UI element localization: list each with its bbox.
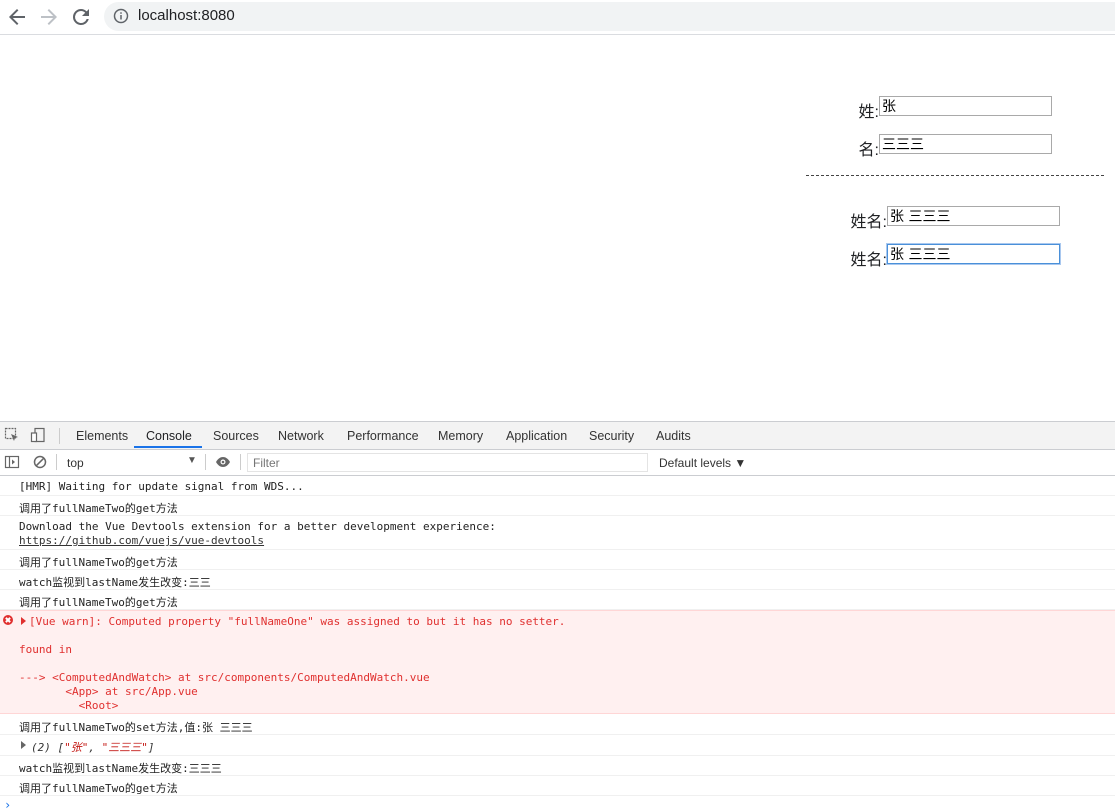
tab-memory[interactable]: Memory: [438, 429, 483, 443]
tab-network[interactable]: Network: [278, 429, 324, 443]
tab-application[interactable]: Application: [506, 429, 567, 443]
console-message: 调用了fullNameTwo的get方法: [0, 550, 1115, 570]
console-prompt[interactable]: ›: [4, 798, 11, 811]
chevron-down-icon: ▼: [187, 455, 197, 466]
eye-icon[interactable]: [215, 454, 231, 470]
console-message: watch监视到lastName发生改变:三三三: [0, 756, 1115, 776]
info-icon[interactable]: [113, 8, 129, 24]
address-bar[interactable]: localhost:8080: [104, 2, 1115, 31]
arrow-left-icon[interactable]: [5, 5, 29, 29]
console-message: 调用了fullNameTwo的get方法: [0, 590, 1115, 610]
inspect-element-icon[interactable]: [4, 427, 20, 443]
toolbar-separator: [205, 454, 206, 470]
full-name-one-input[interactable]: [887, 206, 1060, 226]
divider: [806, 175, 1104, 176]
tab-audits[interactable]: Audits: [656, 429, 691, 443]
reload-icon[interactable]: [69, 5, 93, 29]
sidebar-toggle-icon[interactable]: [4, 454, 20, 470]
first-name-row: 名:: [820, 134, 1060, 159]
console-message: 调用了fullNameTwo的get方法: [0, 776, 1115, 796]
first-name-label: 名:: [858, 142, 879, 159]
last-name-row: 姓:: [820, 96, 1060, 121]
page-content: 姓: 名: 姓名: 姓名:: [0, 35, 1115, 421]
tab-sources[interactable]: Sources: [213, 429, 259, 443]
console-message: watch监视到lastName发生改变:三三: [0, 570, 1115, 590]
vue-devtools-link[interactable]: https://github.com/vuejs/vue-devtools: [19, 534, 264, 547]
clear-console-icon[interactable]: [32, 454, 48, 470]
expand-triangle-icon[interactable]: [21, 617, 26, 625]
console-message: 调用了fullNameTwo的get方法: [0, 496, 1115, 516]
devtools-tabbar: Elements Console Sources Network Perform…: [0, 422, 1115, 450]
console-error[interactable]: [Vue warn]: Computed property "fullNameO…: [0, 610, 1115, 714]
active-tab-indicator: [134, 446, 202, 448]
console-message: [HMR] Waiting for update signal from WDS…: [0, 476, 1115, 496]
context-value: top: [67, 456, 84, 470]
tab-console[interactable]: Console: [146, 429, 192, 443]
last-name-input[interactable]: [879, 96, 1052, 116]
console-messages: [HMR] Waiting for update signal from WDS…: [0, 476, 1115, 811]
console-message: Download the Vue Devtools extension for …: [0, 516, 1115, 550]
console-message: 调用了fullNameTwo的set方法,值:张 三三三: [0, 715, 1115, 735]
toolbar-separator: [56, 454, 57, 470]
full-name-one-label: 姓名:: [850, 214, 887, 231]
filter-input[interactable]: [247, 453, 648, 472]
context-select[interactable]: top ▼: [61, 453, 201, 472]
devtools-panel: Elements Console Sources Network Perform…: [0, 421, 1115, 811]
device-toolbar-icon[interactable]: [30, 427, 46, 443]
toolbar-separator: [240, 454, 241, 470]
last-name-label: 姓:: [858, 104, 879, 121]
tab-performance[interactable]: Performance: [347, 429, 419, 443]
url-text: localhost:8080: [138, 7, 235, 24]
console-array-message[interactable]: (2) ["张", "三三三"]: [0, 735, 1115, 756]
tab-elements[interactable]: Elements: [76, 429, 128, 443]
full-name-two-row: 姓名:: [820, 244, 1060, 269]
expand-triangle-icon[interactable]: [21, 741, 26, 749]
browser-toolbar: localhost:8080: [0, 0, 1115, 35]
log-levels-dropdown[interactable]: Default levels ▼: [659, 456, 746, 470]
console-toolbar: top ▼ Default levels ▼: [0, 450, 1115, 476]
tab-security[interactable]: Security: [589, 429, 634, 443]
arrow-right-icon[interactable]: [37, 5, 61, 29]
error-icon: [3, 615, 13, 625]
toolbar-separator: [59, 428, 60, 444]
first-name-input[interactable]: [879, 134, 1052, 154]
full-name-two-label: 姓名:: [850, 252, 887, 269]
full-name-two-input[interactable]: [887, 244, 1060, 264]
full-name-one-row: 姓名:: [820, 206, 1060, 231]
